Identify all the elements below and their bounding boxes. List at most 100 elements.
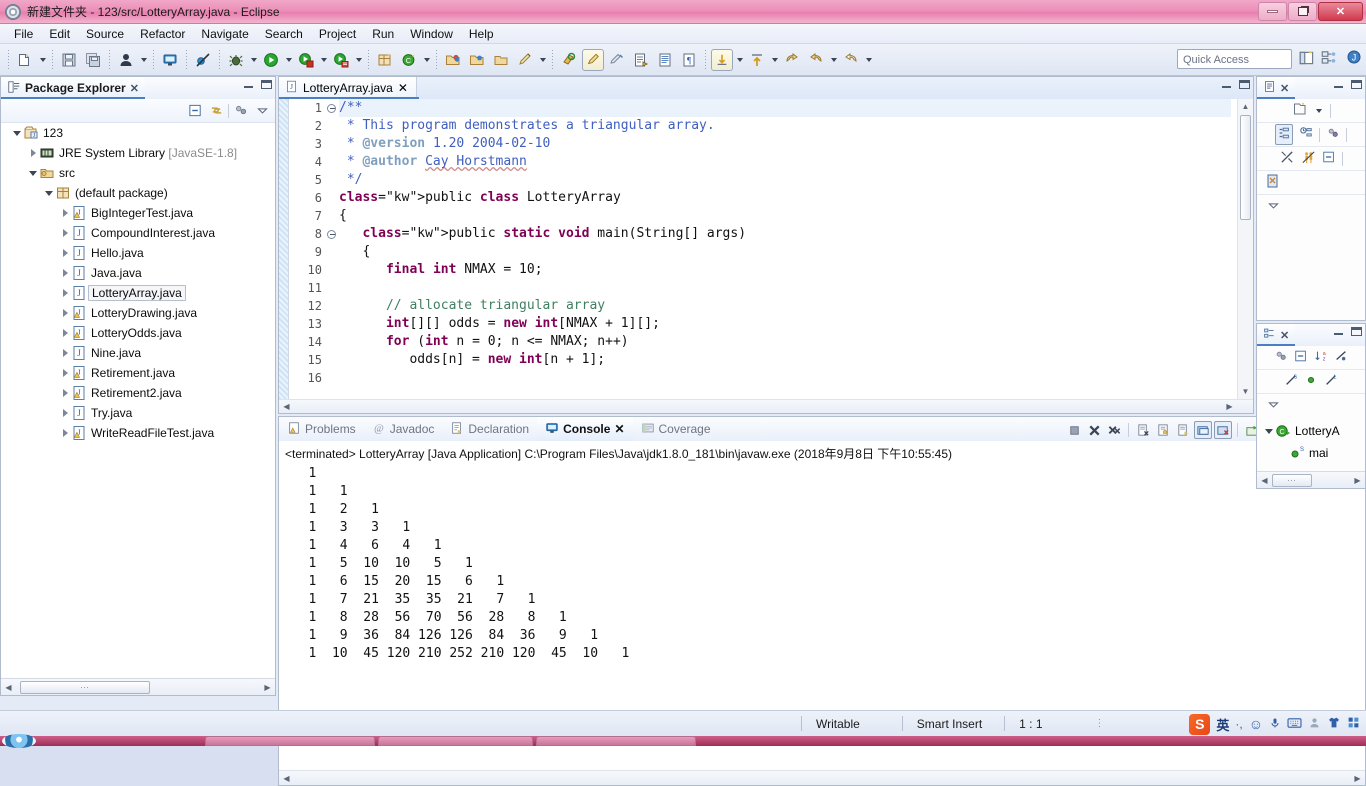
- skin-icon[interactable]: [1327, 716, 1341, 732]
- new-java-class-dropdown-icon[interactable]: [421, 49, 432, 71]
- sogou-logo-icon[interactable]: S: [1189, 713, 1211, 735]
- menu-edit[interactable]: Edit: [41, 25, 78, 43]
- maximize-icon[interactable]: [1351, 80, 1362, 89]
- hide-fields-icon[interactable]: [1334, 349, 1348, 366]
- scroll-left-icon[interactable]: ◀: [279, 399, 294, 413]
- hide-non-public-icon[interactable]: [1304, 373, 1318, 390]
- expand-arrow-icon[interactable]: [59, 243, 71, 263]
- hscroll-thumb[interactable]: ⋯: [20, 680, 150, 694]
- taskbar-item-2[interactable]: [378, 736, 533, 746]
- back-dropdown-icon[interactable]: [828, 49, 839, 71]
- tab-outline[interactable]: ✕: [1257, 324, 1296, 346]
- editor-hscrollbar[interactable]: ◀ ▶: [279, 399, 1253, 413]
- view-menu-icon[interactable]: [1267, 398, 1280, 414]
- collapse-arrow-icon[interactable]: [27, 163, 39, 183]
- scroll-right-icon[interactable]: ▶: [1222, 399, 1237, 413]
- synchronize-icon[interactable]: [1326, 126, 1340, 143]
- expand-arrow-icon[interactable]: [59, 283, 71, 303]
- person-dropdown-icon[interactable]: [138, 49, 149, 71]
- scroll-left-icon[interactable]: ◀: [1257, 473, 1272, 488]
- maximize-icon[interactable]: [261, 80, 272, 89]
- scroll-left-icon[interactable]: ◀: [279, 771, 294, 786]
- expand-arrow-icon[interactable]: [59, 403, 71, 423]
- tree-item-jre-system-library[interactable]: JRE System Library [JavaSE-1.8]: [1, 143, 275, 163]
- fold-collapse-icon[interactable]: [325, 225, 337, 243]
- collapse-all-icon[interactable]: [1294, 349, 1308, 366]
- java-browsing-perspective-icon[interactable]: [1320, 49, 1338, 70]
- edit-dropdown-icon[interactable]: [537, 49, 548, 71]
- run-dropdown-icon[interactable]: [283, 49, 294, 71]
- java-perspective-icon[interactable]: J: [1346, 49, 1362, 68]
- project-tree[interactable]: J 123 JRE System Library [JavaSE-1.8] src (d…: [1, 123, 275, 677]
- hide-static-icon[interactable]: S: [1284, 373, 1298, 390]
- menu-run[interactable]: Run: [364, 25, 402, 43]
- tab-task-list[interactable]: ✕: [1257, 77, 1296, 99]
- menu-window[interactable]: Window: [402, 25, 461, 43]
- expand-arrow-icon[interactable]: [59, 383, 71, 403]
- scroll-left-icon[interactable]: ◀: [1, 680, 16, 695]
- last-edit-location-icon[interactable]: [711, 48, 733, 71]
- tree-item-retirement2-java[interactable]: J Retirement2.java: [1, 383, 275, 403]
- terminate-icon[interactable]: [1065, 421, 1083, 439]
- remove-launch-icon[interactable]: [1085, 421, 1103, 439]
- scroll-up-icon[interactable]: ▲: [1238, 99, 1253, 114]
- person-icon[interactable]: [115, 49, 137, 71]
- tree-item-compoundinterest-java[interactable]: J CompoundInterest.java: [1, 223, 275, 243]
- minimize-button[interactable]: [1258, 2, 1287, 21]
- open-task-icon[interactable]: [466, 49, 488, 71]
- coverage-icon[interactable]: [330, 49, 352, 71]
- collapse-all-icon[interactable]: [186, 102, 204, 120]
- collapse-all-icon[interactable]: [1322, 150, 1336, 167]
- package-explorer-hscrollbar[interactable]: ◀ ⋯ ▶: [1, 678, 275, 695]
- categorized-presentation-icon[interactable]: [1275, 124, 1293, 145]
- vscroll-thumb[interactable]: [1240, 115, 1251, 220]
- scroll-right-icon[interactable]: ▶: [260, 680, 275, 695]
- collapse-arrow-icon[interactable]: [43, 183, 55, 203]
- menu-file[interactable]: File: [6, 25, 41, 43]
- menu-refactor[interactable]: Refactor: [132, 25, 193, 43]
- save-icon[interactable]: [58, 49, 80, 71]
- restore-button[interactable]: [1288, 2, 1317, 21]
- focus-on-workweek-icon[interactable]: [1280, 150, 1295, 168]
- tree-item--default-package-[interactable]: (default package): [1, 183, 275, 203]
- tree-item-lotteryodds-java[interactable]: J LotteryOdds.java: [1, 323, 275, 343]
- soft-keyboard-icon[interactable]: [1287, 717, 1302, 732]
- tree-item-lotteryarray-java[interactable]: J LotteryArray.java: [1, 283, 275, 303]
- scroll-right-icon[interactable]: ▶: [1350, 771, 1365, 786]
- tree-item-src[interactable]: src: [1, 163, 275, 183]
- tree-item-writereadfiletest-java[interactable]: J WriteReadFileTest.java: [1, 423, 275, 443]
- tree-item-123[interactable]: J 123: [1, 123, 275, 143]
- hide-local-types-icon[interactable]: L: [1324, 373, 1338, 390]
- close-icon[interactable]: ✕: [398, 81, 408, 95]
- forward-dropdown-icon[interactable]: [863, 49, 874, 71]
- tab-console[interactable]: Console ✕: [537, 417, 633, 441]
- toggle-mark-occurrences-icon[interactable]: [606, 49, 628, 71]
- clear-console-icon[interactable]: [1134, 421, 1152, 439]
- edit-icon[interactable]: [514, 49, 536, 71]
- show-console-on-output-icon[interactable]: [1174, 421, 1192, 439]
- run-icon[interactable]: [260, 49, 282, 71]
- external-tools-dropdown-icon[interactable]: [318, 49, 329, 71]
- scroll-right-icon[interactable]: ▶: [1350, 473, 1365, 488]
- outline-tree[interactable]: C LotteryA Smai: [1257, 418, 1365, 464]
- emoji-icon[interactable]: ☺: [1249, 716, 1263, 732]
- pin-editor-icon[interactable]: [582, 48, 604, 71]
- tree-item-lotterydrawing-java[interactable]: J LotteryDrawing.java: [1, 303, 275, 323]
- view-menu-icon[interactable]: [1267, 199, 1280, 215]
- scroll-down-icon[interactable]: ▼: [1238, 384, 1253, 399]
- debug-icon[interactable]: [225, 49, 247, 71]
- source-code[interactable]: /** * This program demonstrates a triang…: [339, 99, 1231, 399]
- tab-package-explorer[interactable]: Package Explorer ✕: [1, 77, 145, 99]
- tree-item-bigintegertest-java[interactable]: J BigIntegerTest.java: [1, 203, 275, 223]
- display-selected-console-icon[interactable]: [1214, 421, 1232, 439]
- new-wizard-icon[interactable]: [14, 49, 36, 71]
- collapse-arrow-icon[interactable]: [1263, 421, 1275, 441]
- expand-arrow-icon[interactable]: [59, 423, 71, 443]
- fold-collapse-icon[interactable]: [325, 99, 337, 117]
- view-menu-icon[interactable]: [253, 102, 271, 120]
- open-type-icon[interactable]: [442, 49, 464, 71]
- debug-dropdown-icon[interactable]: [248, 49, 259, 71]
- voice-input-icon[interactable]: [1269, 716, 1281, 733]
- minimize-icon[interactable]: [1333, 327, 1344, 336]
- outline-hscrollbar[interactable]: ◀ ⋯ ▶: [1257, 471, 1365, 488]
